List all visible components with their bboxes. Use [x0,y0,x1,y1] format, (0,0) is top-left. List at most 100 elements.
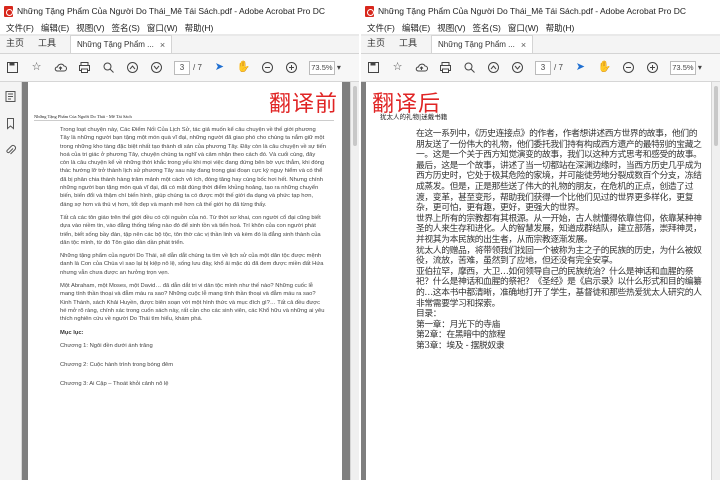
tab-document[interactable]: Những Tặng Phẩm ... × [70,35,173,53]
page-total: / 7 [554,63,563,72]
running-head: 犹太人的礼物|迷戴书籍 [380,113,448,121]
select-pointer-icon[interactable]: ➤ [574,61,587,74]
window-title: Những Tặng Phẩm Của Người Do Thái_Mê Tái… [378,6,687,16]
tab-tools[interactable]: 工具 [32,36,64,53]
tab-bar: 主页 工具 Những Tặng Phẩm ... × [361,35,720,54]
upload-cloud-icon[interactable] [54,61,67,74]
page-number-input[interactable]: 3 [174,60,190,75]
toc-heading: 目录： [416,309,442,320]
page-down-icon[interactable] [150,61,163,74]
zoom-search-icon[interactable] [463,61,476,74]
scrollbar-thumb[interactable] [353,86,357,146]
zoom-out-icon[interactable] [261,61,274,74]
zoom-selector[interactable]: 73.5% ▾ [308,60,341,75]
toc-heading: Mục lục: [60,329,84,336]
tab-document[interactable]: Những Tặng Phẩm ... × [431,35,534,53]
paragraph: Trong loạt chuyện này, Các Điểm Nối Của … [60,127,326,208]
title-bar: Những Tặng Phẩm Của Người Do Thái_Mê Tái… [361,0,720,22]
menu-bar: 文件(F) 编辑(E) 视图(V) 签名(S) 窗口(W) 帮助(H) [0,22,359,34]
hand-tool-icon[interactable]: ✋ [237,61,251,74]
tab-home[interactable]: 主页 [0,36,32,53]
save-icon[interactable] [367,61,380,74]
zoom-in-icon[interactable] [646,61,659,74]
menu-edit[interactable]: 编辑(E) [402,22,430,34]
toc-item: Chương 3: Ai Cập – Thoát khỏi cảnh nô lệ [60,381,169,388]
page-navigator: 3 / 7 [535,60,563,75]
paragraph: 在这一系列中，《历史连接点》的作者，作者想讲述西方世界的故事，他们的朋友送了一份… [416,129,702,214]
print-icon[interactable] [439,61,452,74]
bookmark-icon[interactable] [4,117,17,130]
menu-edit[interactable]: 编辑(E) [41,22,69,34]
tab-bar: 主页 工具 Những Tặng Phẩm ... × [0,35,359,54]
scrollbar-thumb[interactable] [714,86,718,146]
menu-file[interactable]: 文件(F) [367,22,395,34]
tab-home[interactable]: 主页 [361,36,393,53]
toc-item: Chương 1: Ngôi đền dưới ánh trăng [60,342,153,349]
page-down-icon[interactable] [511,61,524,74]
paragraph: Tất cả các tôn giáo trên thế giới đều có… [60,214,321,246]
toc-item: 第一章：月光下的寺庙 [416,319,500,330]
title-bar: Những Tặng Phẩm Của Người Do Thái_Mê Tái… [0,0,359,22]
star-icon[interactable]: ☆ [30,61,43,74]
page-number-input[interactable]: 3 [535,60,551,75]
toolbar: ☆ 3 / 7 ➤ ✋ 73.5% ▾ [0,54,359,82]
page-up-icon[interactable] [487,61,500,74]
star-icon[interactable]: ☆ [391,61,404,74]
menu-sign[interactable]: 签名(S) [473,22,501,34]
page-up-icon[interactable] [126,61,139,74]
hand-tool-icon[interactable]: ✋ [598,61,612,74]
print-icon[interactable] [78,61,91,74]
menu-window[interactable]: 窗口(W) [508,22,539,34]
chevron-down-icon: ▾ [336,63,341,72]
paragraph: 犹太人的赠品，将带领我们找回一个被称为主之子的民族的历史，为什么被奴役，流放，苦… [416,245,702,267]
toolbar: ☆ 3 / 7 ➤ ✋ 73.5% ▾ [361,54,720,82]
running-head: Những Tặng Phẩm Của Người Do Thái - Mê T… [34,114,334,121]
pdf-page: 翻译后 犹太人的礼物|迷戴书籍 在这一系列中，《历史连接点》的作者，作者想讲述西… [366,82,711,480]
menu-view[interactable]: 视图(V) [76,22,104,34]
tab-document-label: Những Tặng Phẩm ... [438,40,515,49]
window-title: Những Tặng Phẩm Của Người Do Thái_Mê Tái… [17,6,326,16]
zoom-value: 73.5% [308,60,335,75]
toc-item: 第3章：埃及 - 摆脱奴隶 [416,340,505,351]
attachment-icon[interactable] [4,144,17,157]
tab-tools[interactable]: 工具 [393,36,425,53]
zoom-in-icon[interactable] [285,61,298,74]
paragraph: Một Abraham, một Moses, một David… đã dẫ… [60,283,325,323]
paragraph: 世界上所有的宗教都有其根源。从一开始，古人就懂得依靠信仰，依靠某种神圣的人来生存… [416,213,702,245]
tab-close-icon[interactable]: × [521,40,526,50]
tab-close-icon[interactable]: × [160,40,165,50]
menu-view[interactable]: 视图(V) [437,22,465,34]
toc-item: 第2章：在黑暗中的旅程 [416,330,506,341]
menu-help[interactable]: 帮助(H) [546,22,575,34]
chevron-down-icon: ▾ [697,63,702,72]
menu-sign[interactable]: 签名(S) [112,22,140,34]
acrobat-window-original: Những Tặng Phẩm Của Người Do Thái_Mê Tái… [0,0,359,480]
zoom-value: 73.5% [669,60,696,75]
select-pointer-icon[interactable]: ➤ [213,61,226,74]
zoom-selector[interactable]: 73.5% ▾ [669,60,702,75]
bookmark-panel-icon[interactable] [4,90,17,103]
acrobat-window-translated: Những Tặng Phẩm Của Người Do Thái_Mê Tái… [361,0,720,480]
paragraph: 亚伯拉罕，摩西，大卫…如何领导自己的民族统治？什么是神话和血腥的祭祀？什么是神话… [416,266,702,309]
save-icon[interactable] [6,61,19,74]
pdf-page: 翻译前 Những Tặng Phẩm Của Người Do Thái - … [28,82,342,480]
page-total: / 7 [193,63,202,72]
zoom-search-icon[interactable] [102,61,115,74]
toc-item: Chương 2: Cuộc hành trình trong bóng đêm [60,362,174,369]
page-body: 在这一系列中，《历史连接点》的作者，作者想讲述西方世界的故事，他们的朋友送了一份… [416,129,703,351]
menu-file[interactable]: 文件(F) [6,22,34,34]
document-canvas[interactable]: 翻译后 犹太人的礼物|迷戴书籍 在这一系列中，《历史连接点》的作者，作者想讲述西… [361,82,720,480]
paragraph: Những tặng phẩm của người Do Thái, sẽ dẫ… [60,253,324,276]
menu-window[interactable]: 窗口(W) [147,22,178,34]
upload-cloud-icon[interactable] [415,61,428,74]
menu-help[interactable]: 帮助(H) [185,22,214,34]
page-body: Trong loạt chuyện này, Các Điểm Nối Của … [60,126,326,400]
acrobat-app-icon [365,5,374,17]
document-canvas[interactable]: 翻译前 Những Tặng Phẩm Của Người Do Thái - … [22,82,359,480]
page-navigator: 3 / 7 [174,60,202,75]
vertical-scrollbar[interactable] [350,82,359,480]
vertical-scrollbar[interactable] [711,82,720,480]
tab-document-label: Những Tặng Phẩm ... [77,40,154,49]
menu-bar: 文件(F) 编辑(E) 视图(V) 签名(S) 窗口(W) 帮助(H) [361,22,720,34]
zoom-out-icon[interactable] [622,61,635,74]
